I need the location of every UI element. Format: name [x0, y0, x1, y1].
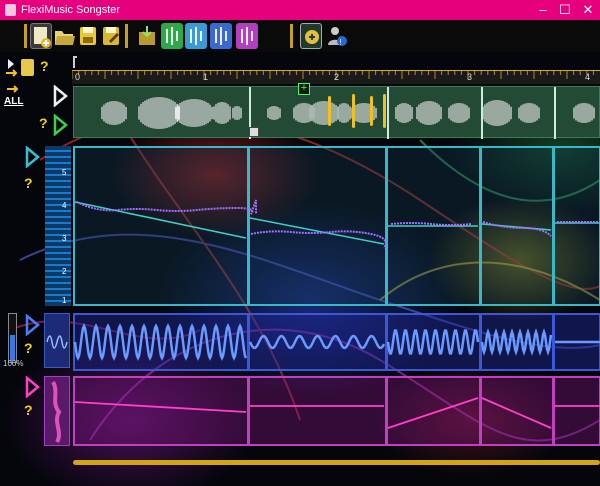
- title-bar: FlexiMusic Songster – ☐ ✕: [0, 0, 600, 20]
- pitch-marker[interactable]: [352, 94, 355, 128]
- ruler-mark: 3: [467, 72, 473, 82]
- play-volume-icon[interactable]: [24, 376, 40, 398]
- help-icon[interactable]: ?: [24, 340, 33, 356]
- timeline-ruler[interactable]: 0 1 2 3 4: [72, 70, 600, 84]
- toolbar-separator: [24, 24, 27, 48]
- help-icon[interactable]: ?: [24, 402, 33, 418]
- ruler-mark: 1: [203, 72, 209, 82]
- insert-arrow-icon[interactable]: [5, 58, 19, 78]
- app-icon: [5, 4, 16, 16]
- voice-2-icon[interactable]: [185, 23, 207, 49]
- volume-slider[interactable]: [8, 313, 17, 363]
- help-icon[interactable]: ?: [40, 58, 49, 74]
- range-bracket[interactable]: [73, 56, 77, 68]
- volume-track[interactable]: [73, 376, 600, 446]
- segment-handle[interactable]: [249, 127, 259, 137]
- left-control-panel: ? ALL ? ? 5 4 3 2 1 ? 100% ?: [0, 52, 72, 486]
- toolbar: !: [0, 20, 600, 52]
- ruler-mark: 0: [75, 72, 81, 82]
- waveform-track[interactable]: +: [73, 83, 600, 139]
- pitch-label: 3: [62, 234, 67, 243]
- pitch-track[interactable]: [73, 146, 600, 306]
- svg-text:!: !: [340, 38, 342, 47]
- help-icon[interactable]: ?: [24, 175, 33, 191]
- pitch-scale: 5 4 3 2 1: [45, 146, 71, 306]
- pitch-label: 2: [62, 267, 67, 276]
- export-icon[interactable]: [300, 23, 322, 49]
- voice-1-icon[interactable]: [161, 23, 183, 49]
- window-title: FlexiMusic Songster: [21, 4, 121, 16]
- toolbar-separator: [125, 24, 128, 48]
- pitch-label: 1: [62, 296, 67, 305]
- segment-divider[interactable]: [554, 87, 556, 139]
- save-icon[interactable]: [77, 23, 99, 49]
- pitch-marker[interactable]: [328, 96, 331, 126]
- pitch-label: 4: [62, 201, 67, 210]
- segment-divider[interactable]: [481, 87, 483, 139]
- new-file-icon[interactable]: [30, 23, 52, 49]
- horizontal-scrollbar[interactable]: [73, 460, 600, 465]
- ruler-mark: 4: [585, 72, 591, 82]
- vibrato-track[interactable]: [73, 313, 600, 371]
- clip-icon[interactable]: [21, 59, 34, 76]
- pitch-marker[interactable]: [383, 94, 386, 128]
- play-vibrato-icon[interactable]: [24, 314, 40, 336]
- play-pitch-icon[interactable]: [24, 146, 40, 168]
- import-icon[interactable]: [136, 23, 158, 49]
- app-window: { "window": {"title": "FlexiMusic Songst…: [0, 0, 600, 486]
- volume-thumbnail: [44, 376, 70, 446]
- pitch-marker[interactable]: [370, 96, 373, 126]
- ruler-mark: 2: [334, 72, 340, 82]
- toolbar-separator: [290, 24, 293, 48]
- voice-4-icon[interactable]: [236, 23, 258, 49]
- play-all-icon[interactable]: [52, 85, 68, 107]
- open-folder-icon[interactable]: [53, 23, 75, 49]
- volume-percent: 100%: [3, 359, 24, 368]
- help-icon[interactable]: ?: [39, 115, 48, 131]
- voice-3-icon[interactable]: [210, 23, 232, 49]
- all-arrow-icon: [7, 85, 19, 93]
- vibrato-thumbnail: [44, 313, 70, 368]
- add-marker-icon[interactable]: +: [298, 83, 310, 95]
- pitch-label: 5: [62, 168, 67, 177]
- all-label[interactable]: ALL: [4, 96, 23, 107]
- close-button[interactable]: ✕: [575, 0, 600, 20]
- user-help-icon[interactable]: !: [326, 23, 348, 49]
- play-wave-icon[interactable]: [52, 114, 68, 136]
- segment-divider[interactable]: [387, 87, 389, 139]
- save-as-icon[interactable]: [100, 23, 122, 49]
